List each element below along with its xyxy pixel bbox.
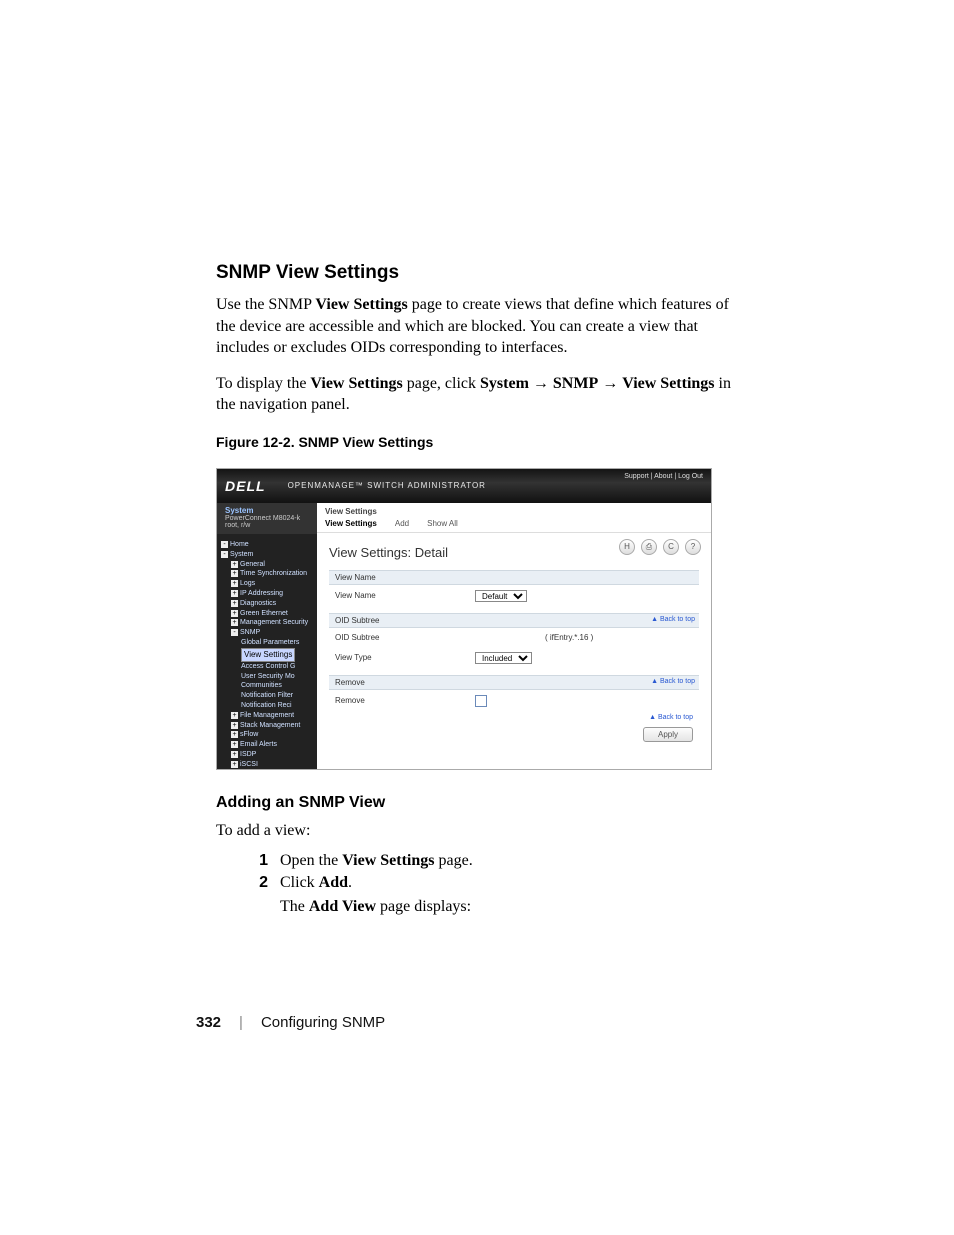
row-oid-subtree: OID Subtree ( ifEntry.*.16 ) [329,628,699,647]
tree-item[interactable]: +Time Synchronization [221,569,317,579]
tree-item[interactable]: +Diagnostics [221,599,317,609]
label-remove: Remove [335,696,475,705]
tree-toggle-icon[interactable]: + [231,712,238,719]
main-panel: View Settings View Settings Add Show All… [317,503,711,769]
breadcrumb: View Settings [317,503,711,518]
lead-text: To add a view: [216,820,738,842]
step-text-1: Open the View Settings page. [280,852,738,870]
label-oid-subtree: OID Subtree [335,633,475,642]
step-num-1: 1 [244,852,268,870]
tree-toggle-icon[interactable]: - [221,551,228,558]
row-remove: Remove [329,690,699,712]
brand-logo: DELL [225,478,266,494]
tab-view-settings[interactable]: View Settings [325,519,377,528]
back-to-top-link-3[interactable]: ▲ Back to top [649,714,693,721]
toolbar-icons: H ⎙ C ? [619,539,701,555]
tree-item[interactable]: -System [221,550,317,560]
tree-item[interactable]: Notification Reci [221,701,317,711]
page-number: 332 [196,1014,221,1031]
tree-item[interactable]: +Logs [221,579,317,589]
tree-toggle-icon[interactable]: + [231,570,238,577]
step-text-2: Click Add. [280,874,738,892]
label-view-name: View Name [335,591,475,600]
intro-paragraph: Use the SNMP View Settings page to creat… [216,294,738,359]
tab-add[interactable]: Add [395,519,409,528]
tree-toggle-icon[interactable]: + [231,590,238,597]
footer-separator: | [239,1014,243,1031]
section-remove-head: Remove ▲ Back to top [329,675,699,690]
tree-item[interactable]: +File Management [221,711,317,721]
section-view-name-head: View Name [329,570,699,585]
tree-toggle-icon[interactable]: + [231,619,238,626]
tree-item[interactable]: +Email Alerts [221,740,317,750]
checkbox-remove[interactable] [475,695,487,707]
tree-toggle-icon[interactable]: + [231,580,238,587]
tree-item[interactable]: +Green Ethernet [221,609,317,619]
label-view-type: View Type [335,653,475,662]
subsection-heading: Adding an SNMP View [216,794,738,812]
tree-toggle-icon[interactable]: + [231,722,238,729]
tree-item[interactable]: +ISDP [221,750,317,760]
tree-item[interactable]: +Management Security [221,618,317,628]
select-view-type[interactable]: Included [475,652,532,664]
help-icon[interactable]: ? [685,539,701,555]
tree-toggle-icon[interactable]: + [231,561,238,568]
tree-toggle-icon[interactable]: + [231,600,238,607]
app-banner: DELL OPENMANAGE™ SWITCH ADMINISTRATOR Su… [217,469,711,503]
system-user: root, r/w [225,522,309,529]
tree-item[interactable]: +sFlow [221,730,317,740]
tree-toggle-icon[interactable]: + [231,731,238,738]
page-footer: 332 | Configuring SNMP [196,1014,385,1031]
back-to-top-link[interactable]: ▲ Back to top [651,616,695,623]
tree-toggle-icon[interactable]: + [231,751,238,758]
select-view-name[interactable]: Default [475,590,527,602]
tabs-row: View Settings Add Show All [317,518,711,533]
app-title: OPENMANAGE™ SWITCH ADMINISTRATOR [288,481,486,490]
section-oid-head: OID Subtree ▲ Back to top [329,613,699,628]
section-heading: SNMP View Settings [216,262,738,284]
tree-item[interactable]: User Security Mo [221,672,317,682]
sidebar: System PowerConnect M8024-k root, r/w -H… [217,503,317,769]
refresh-icon[interactable]: C [663,539,679,555]
step-sub: The Add View page displays: [280,898,738,916]
step-num-2: 2 [244,874,268,892]
tree-toggle-icon[interactable]: + [231,610,238,617]
tree-toggle-icon[interactable]: - [231,629,238,636]
tree-item[interactable]: -Home [221,540,317,550]
tree-toggle-icon[interactable]: + [231,741,238,748]
system-model: PowerConnect M8024-k [225,515,309,522]
steps-list: 1 Open the View Settings page. 2 Click A… [216,852,738,916]
nav-tree[interactable]: -Home-System+General+Time Synchronizatio… [217,534,317,769]
nav-paragraph: To display the View Settings page, click… [216,373,738,416]
tree-item[interactable]: +iSCSI [221,760,317,769]
tree-item[interactable]: Communities [221,681,317,691]
system-title: System [225,506,309,515]
chapter-title: Configuring SNMP [261,1014,385,1031]
tree-item[interactable]: -SNMP [221,628,317,638]
back-to-top-link-2[interactable]: ▲ Back to top [651,678,695,685]
tab-show-all[interactable]: Show All [427,519,458,528]
tree-item[interactable]: Access Control G [221,662,317,672]
row-view-type: View Type Included [329,647,699,669]
tree-item[interactable]: +Stack Management [221,721,317,731]
tree-item[interactable]: +General [221,560,317,570]
header-links[interactable]: Support | About | Log Out [624,473,703,480]
step-2: 2 Click Add. [244,874,738,892]
tree-toggle-icon[interactable]: + [231,761,238,768]
tree-item[interactable]: View Settings [221,648,317,662]
step-1: 1 Open the View Settings page. [244,852,738,870]
tree-item[interactable]: Global Parameters [221,638,317,648]
print-icon[interactable]: ⎙ [641,539,657,555]
tree-toggle-icon[interactable]: - [221,541,228,548]
embedded-screenshot: DELL OPENMANAGE™ SWITCH ADMINISTRATOR Su… [216,468,712,770]
apply-button[interactable]: Apply [643,727,693,742]
tree-item[interactable]: Notification Filter [221,691,317,701]
tree-item[interactable]: +IP Addressing [221,589,317,599]
figure-label: Figure 12-2. SNMP View Settings [216,434,738,450]
row-view-name: View Name Default [329,585,699,607]
value-oid-subtree: ( ifEntry.*.16 ) [545,633,593,642]
system-block: System PowerConnect M8024-k root, r/w [217,503,317,534]
save-icon[interactable]: H [619,539,635,555]
